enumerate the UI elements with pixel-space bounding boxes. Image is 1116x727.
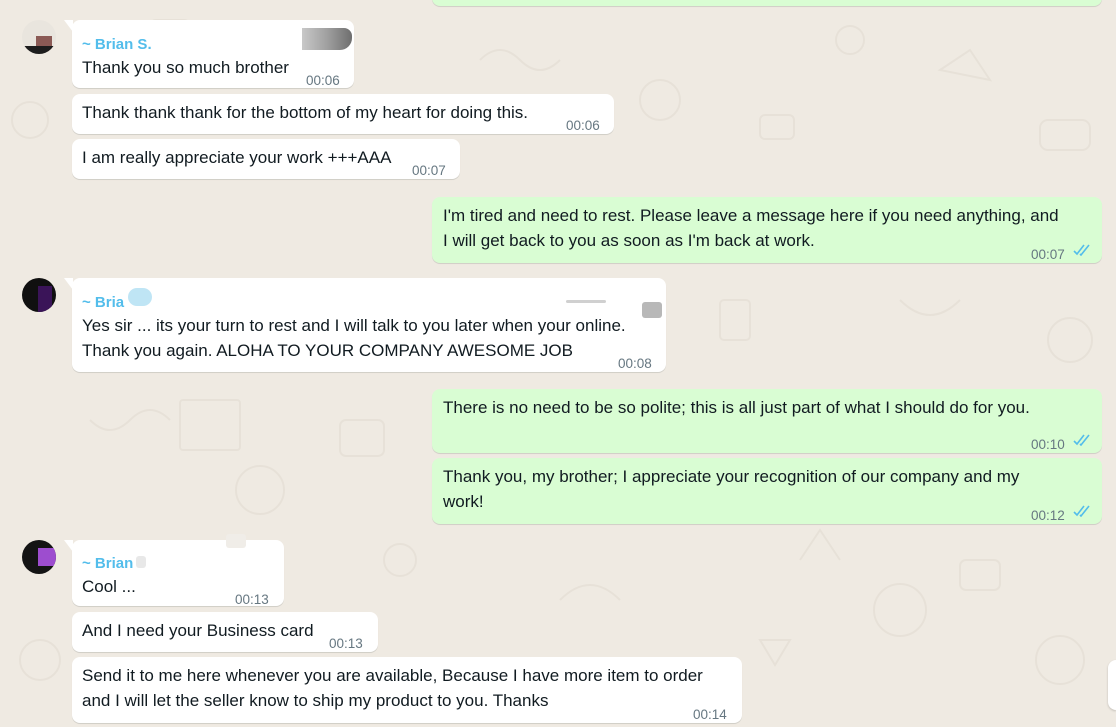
message-text: And I need your Business card (82, 621, 314, 640)
redacted-area (136, 556, 146, 568)
incoming-message[interactable]: I am really appreciate your work +++AAA … (72, 139, 460, 179)
message-text-line: I'm tired and need to rest. Please leave… (443, 206, 1059, 225)
message-time: 00:12 (1031, 508, 1065, 523)
message-text-line: Thank you again. ALOHA TO YOUR COMPANY A… (82, 341, 573, 360)
partial-scroll-button[interactable] (1108, 660, 1116, 710)
outgoing-message[interactable]: I'm tired and need to rest. Please leave… (432, 197, 1102, 263)
message-time: 00:13 (235, 592, 269, 607)
incoming-message[interactable]: ~ Bria Yes sir ... its your turn to rest… (64, 278, 666, 372)
message-text: I am really appreciate your work +++AAA (82, 148, 392, 167)
message-text: There is no need to be so polite; this i… (443, 398, 1030, 417)
sender-name[interactable]: ~ Bria (82, 290, 124, 315)
incoming-message[interactable]: And I need your Business card 00:13 (72, 612, 378, 652)
avatar[interactable] (22, 540, 56, 574)
incoming-message[interactable]: Thank thank thank for the bottom of my h… (72, 94, 614, 134)
avatar[interactable] (22, 20, 56, 54)
message-text-line: Yes sir ... its your turn to rest and I … (82, 316, 626, 335)
incoming-message[interactable]: ~ Brian Cool ... 00:13 (64, 534, 284, 607)
message-text-line: Send it to me here whenever you are avai… (82, 666, 703, 685)
message-text: Thank thank thank for the bottom of my h… (82, 103, 529, 122)
read-receipt-icon (1073, 434, 1090, 446)
message-time: 00:06 (306, 73, 340, 88)
outgoing-message[interactable]: There is no need to be so polite; this i… (432, 389, 1102, 453)
message-time: 00:08 (618, 356, 652, 371)
message-text-line: Thank you, my brother; I appreciate your… (443, 467, 1020, 486)
outgoing-message[interactable]: Thank you, my brother; I appreciate your… (432, 458, 1102, 524)
read-receipt-icon (1073, 244, 1090, 256)
message-time: 00:10 (1031, 437, 1065, 452)
incoming-message[interactable]: ~ Brian S. Thank you so much brother 00:… (64, 20, 354, 88)
read-receipt-icon (1073, 505, 1090, 517)
redacted-area (566, 300, 606, 303)
message-time: 00:07 (412, 163, 446, 178)
redacted-area (128, 288, 152, 306)
message-text-line: work! (443, 492, 484, 511)
sender-name[interactable]: ~ Brian (82, 551, 133, 576)
redacted-area (642, 302, 662, 318)
message-text: Thank you so much brother (82, 58, 289, 77)
avatar[interactable] (22, 278, 56, 312)
message-time: 00:14 (693, 707, 727, 722)
incoming-message[interactable]: Send it to me here whenever you are avai… (72, 657, 742, 723)
redacted-area (302, 28, 352, 50)
message-text: Cool ... (82, 577, 136, 596)
message-text-line: and I will let the seller know to ship m… (82, 691, 549, 710)
message-text-line: I will get back to you as soon as I'm ba… (443, 231, 815, 250)
message-time: 00:07 (1031, 247, 1065, 262)
message-time: 00:13 (329, 636, 363, 651)
sender-name[interactable]: ~ Brian S. (82, 32, 152, 57)
redacted-area (226, 534, 246, 548)
partial-outgoing-bubble (432, 0, 1102, 6)
message-time: 00:06 (566, 118, 600, 133)
